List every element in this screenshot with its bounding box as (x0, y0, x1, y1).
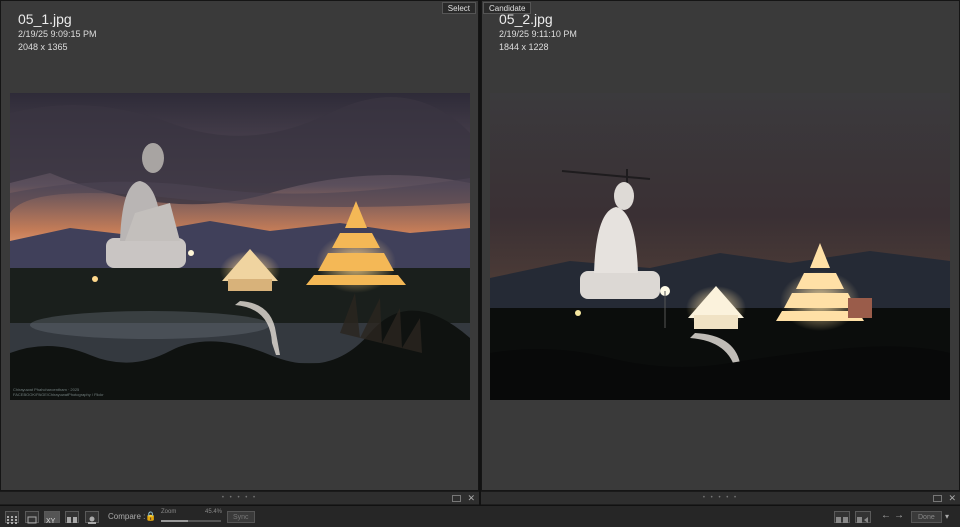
select-photo-image (10, 93, 470, 400)
zoom-slider-fill (161, 520, 188, 522)
candidate-pane[interactable]: Candidate 05_2.jpg 2/19/25 9:11:10 PM 18… (481, 0, 960, 504)
select-watermark: Chirayuwat Phahcharoentham · 2025 FACEBO… (13, 387, 104, 397)
select-close-icon[interactable]: ✕ (467, 493, 475, 504)
candidate-pane-footer: • • • • • ✕ (481, 491, 960, 504)
compare-view-icon[interactable]: XY (44, 511, 60, 525)
candidate-photo[interactable] (490, 93, 950, 400)
toolbar-menu-chevron-icon[interactable]: ▾ (945, 512, 949, 521)
select-pane-footer: • • • • • ✕ (0, 491, 479, 504)
select-dimensions: 2048 x 1365 (18, 42, 68, 52)
select-photo[interactable]: Chirayuwat Phahcharoentham · 2025 FACEBO… (10, 93, 470, 400)
select-footer-grip[interactable]: • • • • • (222, 495, 257, 501)
candidate-photo-image (490, 93, 950, 400)
previous-arrow-icon[interactable]: ← (881, 510, 891, 521)
candidate-close-icon[interactable]: ✕ (948, 493, 956, 504)
candidate-dimensions: 1844 x 1228 (499, 42, 549, 52)
compare-label: Compare : (108, 512, 146, 521)
select-filename: 05_1.jpg (18, 11, 72, 27)
select-pane-info-icon[interactable] (452, 495, 461, 502)
candidate-footer-grip[interactable]: • • • • • (703, 495, 738, 501)
bottom-toolbar: XY Compare : 🔒 Zoom 45.4% Sync ← → Done … (0, 505, 960, 527)
select-pane[interactable]: Select 05_1.jpg 2/19/25 9:09:15 PM 2048 … (0, 0, 479, 504)
select-datetime: 2/19/25 9:09:15 PM (18, 29, 97, 39)
survey-view-icon[interactable] (65, 511, 79, 523)
candidate-filename: 05_2.jpg (499, 11, 553, 27)
sync-button[interactable]: Sync (227, 511, 255, 523)
done-button[interactable]: Done (911, 511, 942, 523)
candidate-datetime: 2/19/25 9:11:10 PM (499, 29, 577, 39)
candidate-info: 05_2.jpg 2/19/25 9:11:10 PM 1844 x 1228 (499, 11, 577, 54)
zoom-label: Zoom (161, 509, 177, 515)
make-select-icon[interactable] (855, 511, 871, 523)
select-info: 05_1.jpg 2/19/25 9:09:15 PM 2048 x 1365 (18, 11, 97, 54)
swap-icon[interactable] (834, 511, 850, 523)
zoom-value: 45.4% (205, 509, 223, 515)
people-view-icon[interactable] (85, 511, 99, 524)
lock-icon[interactable]: 🔒 (145, 511, 156, 522)
grid-view-icon[interactable] (5, 511, 19, 524)
compare-view: Select 05_1.jpg 2/19/25 9:09:15 PM 2048 … (0, 0, 960, 505)
svg-text:XY: XY (46, 518, 56, 525)
select-tag: Select (441, 2, 476, 14)
next-arrow-icon[interactable]: → (894, 510, 904, 521)
loupe-view-icon[interactable] (25, 511, 39, 524)
candidate-pane-info-icon[interactable] (933, 495, 942, 502)
